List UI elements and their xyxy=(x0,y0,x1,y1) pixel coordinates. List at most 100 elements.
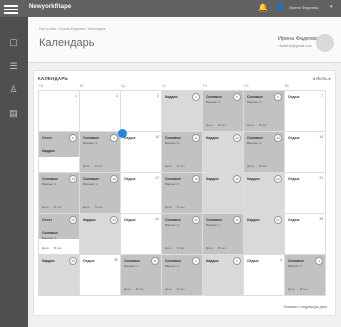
day-cell[interactable]: Кардио 20 xyxy=(244,173,285,214)
day-cell[interactable]: Кардио 29 xyxy=(39,255,80,296)
task-button[interactable]: В зал xyxy=(259,164,267,168)
day-cell[interactable]: Силовые Вариант 1 5 Дело В зал xyxy=(203,91,244,132)
done-button[interactable]: Дело xyxy=(206,123,213,127)
report-label: Отчет xyxy=(42,136,53,140)
weekday-label: Сб xyxy=(244,84,249,88)
workout-variant: Вариант 1 xyxy=(42,236,57,240)
day-cell[interactable]: Отчет Силовые Вариант 1 22 Дело В зал xyxy=(39,214,80,255)
day-cell[interactable]: Силовые Вариант 2 15 Дело В зал xyxy=(39,173,80,214)
day-cell[interactable]: Силовые Вариант 1 13 Дело В зал xyxy=(244,132,285,173)
done-button[interactable]: Дело xyxy=(165,246,172,250)
day-cell[interactable]: Отдых 30 xyxy=(80,255,121,296)
day-badge: 8 xyxy=(69,134,77,142)
task-button[interactable]: В зал xyxy=(177,246,185,250)
day-cell[interactable]: Силовые Вариант 1 16 Дело В зал xyxy=(80,173,121,214)
day-cell[interactable]: Кардио 4 xyxy=(162,91,203,132)
task-button[interactable]: В зал xyxy=(259,123,267,127)
app-logo[interactable]: Newyorkfitape xyxy=(29,4,71,10)
bell-icon[interactable]: 🔔 xyxy=(258,3,268,13)
task-button[interactable]: В зал xyxy=(136,287,144,291)
day-badge: 11 xyxy=(192,134,200,142)
day-cell[interactable]: Силовые Вариант 2 11 Дело В зал xyxy=(162,132,203,173)
day-cell-today[interactable]: Отдых 10 xyxy=(118,129,162,173)
workout-label: Отдых xyxy=(288,177,300,181)
user-icon[interactable]: 👤 xyxy=(276,3,285,13)
task-button[interactable]: В зал xyxy=(218,246,226,250)
day-cell[interactable]: Отдых 21 xyxy=(285,173,326,214)
day-cell[interactable]: Отдых 14 xyxy=(285,132,326,173)
done-button[interactable]: Дело xyxy=(42,246,49,250)
task-button[interactable]: В зал xyxy=(95,164,103,168)
workout-label: Отдых xyxy=(288,95,300,99)
done-button[interactable]: Дело xyxy=(165,287,172,291)
task-button[interactable]: В зал xyxy=(218,123,226,127)
done-button[interactable]: Дело xyxy=(83,205,90,209)
chevron-down-icon[interactable]: ▾ xyxy=(330,4,333,10)
day-cell[interactable]: 1 xyxy=(39,91,80,132)
day-cell[interactable]: Силовые Вариант 2 1 Дело В зал xyxy=(162,255,203,296)
show-next-date-button[interactable]: Показать следующую дату xyxy=(283,305,327,309)
breadcrumb[interactable]: Настройки › Ирина Фадеева › Календарь xyxy=(39,27,106,31)
day-cell[interactable]: Кардио 19 xyxy=(203,173,244,214)
avatar[interactable] xyxy=(316,34,334,52)
day-cell[interactable]: Отдых 28 xyxy=(285,214,326,255)
task-button[interactable]: В зал xyxy=(95,205,103,209)
done-button[interactable]: Дело xyxy=(288,287,295,291)
task-button[interactable]: В зал xyxy=(54,205,62,209)
workout-label: Силовые xyxy=(165,259,182,263)
task-button[interactable]: В зал xyxy=(177,205,185,209)
list-icon[interactable]: ☰ xyxy=(8,61,19,72)
day-cell[interactable]: Кардио 12 xyxy=(203,132,244,173)
done-button[interactable]: Дело xyxy=(247,123,254,127)
task-button[interactable]: В зал xyxy=(177,287,185,291)
done-button[interactable]: Дело xyxy=(83,164,90,168)
done-button[interactable]: Дело xyxy=(165,205,172,209)
done-button[interactable]: Дело xyxy=(165,164,172,168)
done-button[interactable]: Дело xyxy=(247,164,254,168)
task-button[interactable]: В зал xyxy=(54,246,62,250)
day-cell[interactable]: Силовые Вариант 2 25 Дело В зал xyxy=(162,214,203,255)
workout-variant: Вариант 2 xyxy=(165,223,180,227)
person-icon[interactable]: ♙ xyxy=(8,84,19,95)
day-cell[interactable]: Отдых 3 xyxy=(244,255,285,296)
day-cell[interactable]: Силовые Вариант 1 31 Дело В зал xyxy=(121,255,162,296)
next-month-button[interactable]: ▸ xyxy=(329,76,331,81)
day-cell[interactable]: Силовые Вариант 2 6 Дело В зал xyxy=(244,91,285,132)
topbar-username[interactable]: Ирина Фадеева xyxy=(289,5,318,10)
task-button[interactable]: В зал xyxy=(177,164,185,168)
workout-label: Силовые xyxy=(42,177,59,181)
day-cell[interactable]: Силовые Вариант 1 9 Дело В зал xyxy=(80,132,121,173)
done-button[interactable]: Дело xyxy=(42,205,49,209)
prev-month-button[interactable]: ◂ xyxy=(312,76,314,81)
day-cell[interactable]: Отдых 24 xyxy=(121,214,162,255)
workout-label: Силовые xyxy=(83,177,100,181)
day-cell[interactable]: Силовые Вариант 1 4 Дело В зал xyxy=(285,255,326,296)
day-cell[interactable]: Силовые Вариант 2 18 Дело В зал xyxy=(162,173,203,214)
workout-label: Силовые xyxy=(124,259,141,263)
day-cell[interactable]: Силовые Вариант 1 26 Дело В зал xyxy=(203,214,244,255)
day-badge: 9 xyxy=(110,134,118,142)
done-button[interactable]: Дело xyxy=(206,246,213,250)
day-cell[interactable]: Кардио 2 xyxy=(203,255,244,296)
weekday-label: Ср xyxy=(121,84,126,88)
day-cell[interactable]: Кардио 27 xyxy=(244,214,285,255)
hamburger-menu-icon[interactable] xyxy=(4,3,18,14)
calendar-card: КАЛЕНДАРЬ ◂ Июль ▸ Пн Вт Ср Чт Пт Сб Вс … xyxy=(33,70,336,316)
done-button[interactable]: Дело xyxy=(124,287,131,291)
top-bar: Newyorkfitape 🔔 👤 Ирина Фадеева ▾ xyxy=(0,0,341,17)
day-cell[interactable]: 2 xyxy=(80,91,121,132)
day-cell[interactable]: 3 xyxy=(121,91,162,132)
day-cell[interactable]: Отдых 7 xyxy=(285,91,326,132)
task-button[interactable]: В зал xyxy=(300,287,308,291)
day-badge: 23 xyxy=(110,216,118,224)
day-cell[interactable]: Отдых 17 xyxy=(121,173,162,214)
workout-variant: Вариант 1 xyxy=(206,100,221,104)
workout-label: Силовые xyxy=(42,231,59,235)
grid-icon[interactable]: ▤ xyxy=(8,108,19,119)
day-cell[interactable]: Отчет Кардио 8 xyxy=(39,132,80,173)
day-cell[interactable]: Кардио 23 xyxy=(80,214,121,255)
workout-variant: Вариант 2 xyxy=(165,264,180,268)
workout-label: Кардио xyxy=(206,177,219,181)
document-icon[interactable]: ▢ xyxy=(8,37,19,48)
workout-label: Кардио xyxy=(83,218,96,222)
